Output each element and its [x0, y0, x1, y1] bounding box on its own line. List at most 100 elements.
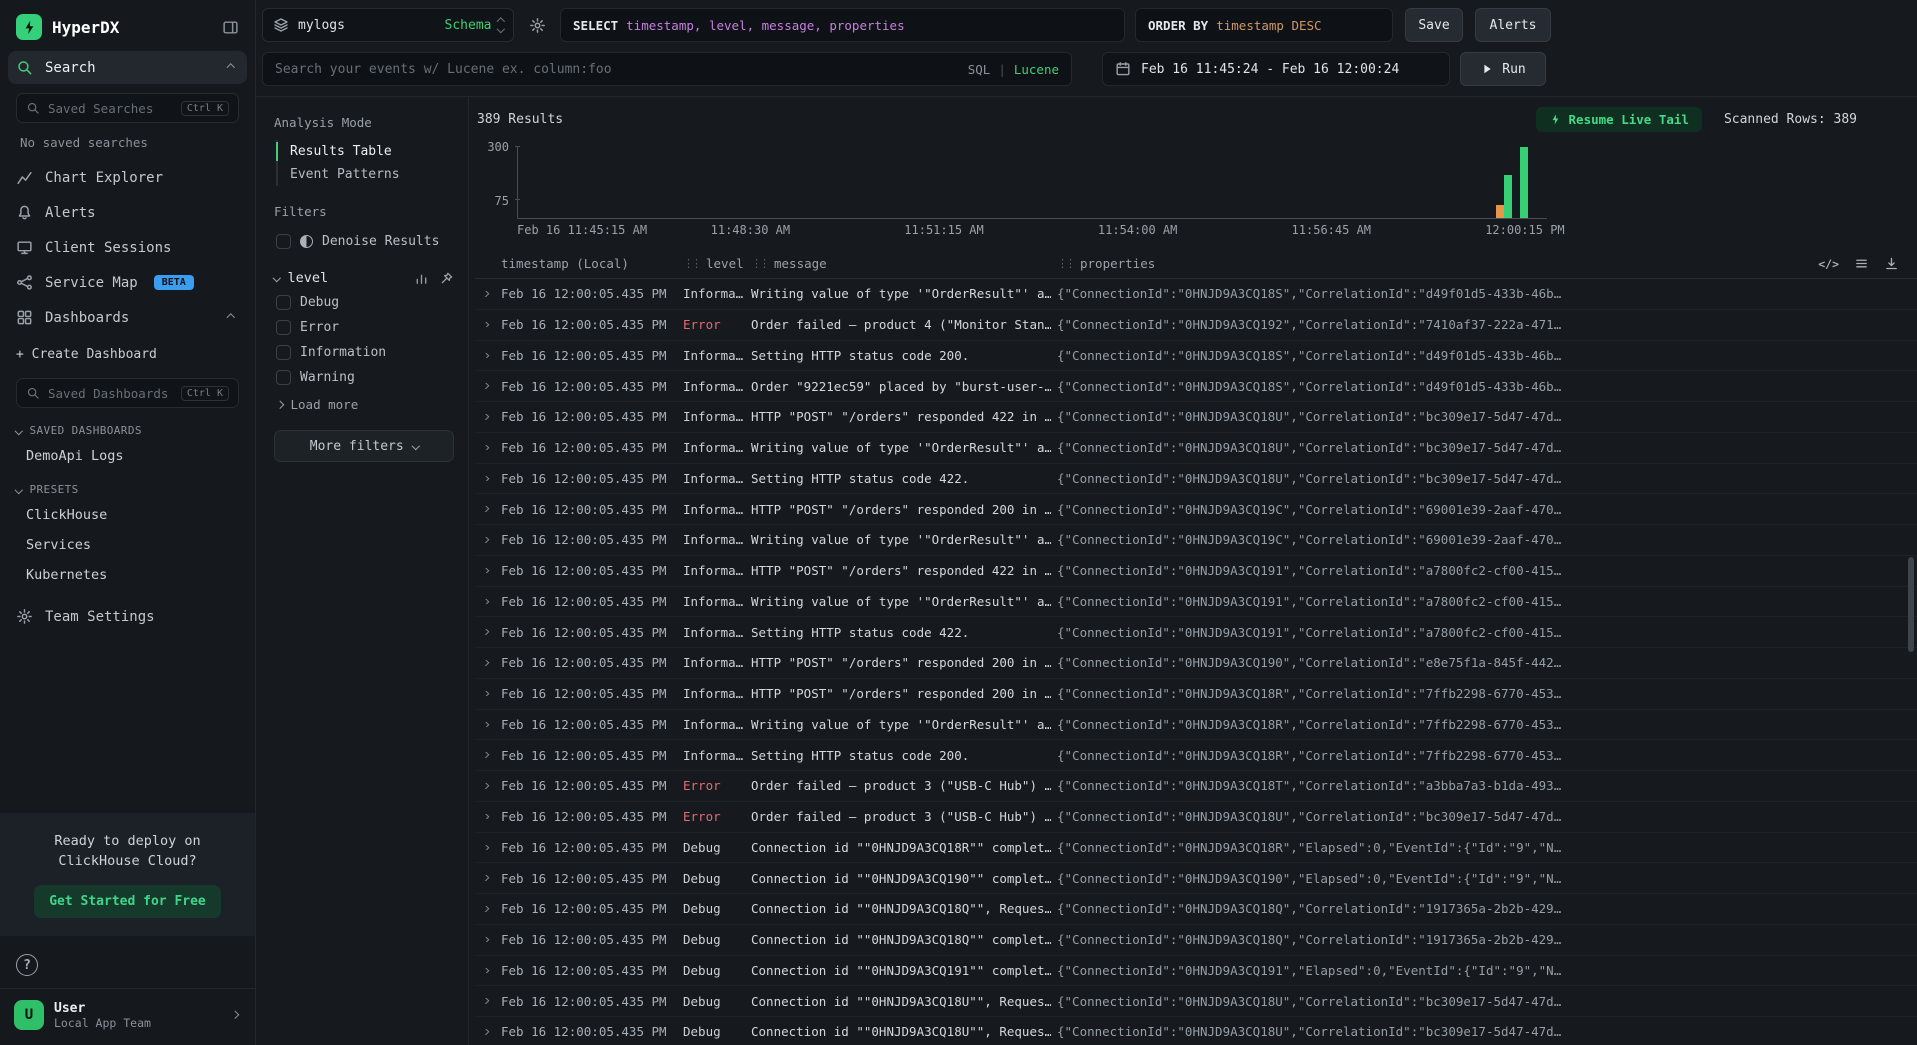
log-row[interactable]: Feb 16 12:00:05.435 PM Informa… Order "9… — [475, 371, 1917, 402]
source-selector[interactable]: mylogs Schema — [262, 8, 514, 42]
schema-dropdown[interactable]: Schema — [445, 18, 503, 33]
expand-row-icon[interactable] — [475, 414, 495, 420]
column-header-properties[interactable]: ⋮⋮properties — [1057, 256, 1917, 271]
expand-row-icon[interactable] — [475, 445, 495, 451]
expand-row-icon[interactable] — [475, 599, 495, 605]
expand-row-icon[interactable] — [475, 383, 495, 389]
expand-row-icon[interactable] — [475, 845, 495, 851]
expand-row-icon[interactable] — [475, 783, 495, 789]
expand-row-icon[interactable] — [475, 568, 495, 574]
saved-dashboard-item[interactable]: DemoApi Logs — [0, 441, 255, 471]
expand-row-icon[interactable] — [475, 968, 495, 974]
log-row[interactable]: Feb 16 12:00:05.435 PM Informa… Setting … — [475, 464, 1917, 495]
mode-event-patterns[interactable]: Event Patterns — [278, 163, 454, 186]
facet-pin-icon[interactable] — [439, 271, 454, 286]
level-filter-option[interactable]: Information — [274, 340, 454, 365]
drag-handle-icon[interactable]: ⋮⋮ — [683, 257, 699, 270]
histogram-bar[interactable] — [1504, 175, 1512, 218]
scrollbar-thumb[interactable] — [1908, 557, 1914, 652]
expand-row-icon[interactable] — [475, 752, 495, 758]
log-row[interactable]: Feb 16 12:00:05.435 PM Informa… HTTP "PO… — [475, 556, 1917, 587]
level-filter-option[interactable]: Error — [274, 315, 454, 340]
expand-row-icon[interactable] — [475, 537, 495, 543]
checkbox[interactable] — [276, 295, 291, 310]
drag-handle-icon[interactable]: ⋮⋮ — [1057, 257, 1073, 270]
sidebar-item-search[interactable]: Search — [8, 51, 247, 84]
log-row[interactable]: Feb 16 12:00:05.435 PM Informa… Setting … — [475, 617, 1917, 648]
log-row[interactable]: Feb 16 12:00:05.435 PM Informa… HTTP "PO… — [475, 648, 1917, 679]
event-search-box[interactable]: SQL | Lucene — [262, 52, 1072, 86]
section-presets[interactable]: PRESETS — [0, 471, 255, 500]
help-button[interactable]: ? — [16, 954, 38, 976]
histogram-bar[interactable] — [1520, 147, 1528, 218]
sidebar-item-team-settings[interactable]: Team Settings — [8, 600, 247, 633]
log-row[interactable]: Feb 16 12:00:05.435 PM Debug Connection … — [475, 1017, 1917, 1045]
drag-handle-icon[interactable]: ⋮⋮ — [751, 257, 767, 270]
facet-level[interactable]: level — [274, 270, 454, 286]
preset-item[interactable]: Kubernetes — [0, 560, 255, 590]
user-menu[interactable]: U User Local App Team — [0, 988, 255, 1045]
sidebar-item-dashboards[interactable]: Dashboards — [8, 301, 247, 334]
saved-dashboards-input[interactable] — [48, 386, 173, 401]
more-filters-button[interactable]: More filters — [274, 430, 454, 462]
log-row[interactable]: Feb 16 12:00:05.435 PM Informa… Writing … — [475, 279, 1917, 310]
lang-lucene[interactable]: Lucene — [1014, 62, 1059, 77]
expand-row-icon[interactable] — [475, 722, 495, 728]
expand-row-icon[interactable] — [475, 875, 495, 881]
select-query-input[interactable]: SELECT timestamp, level, message, proper… — [560, 8, 1125, 42]
log-row[interactable]: Feb 16 12:00:05.435 PM Debug Connection … — [475, 925, 1917, 956]
checkbox[interactable] — [276, 234, 291, 249]
vertical-scrollbar[interactable] — [1907, 297, 1915, 1041]
sidebar-item-service-map[interactable]: Service Map BETA — [8, 266, 247, 299]
results-histogram[interactable]: 30075 — [475, 147, 1917, 219]
sidebar-item-chart-explorer[interactable]: Chart Explorer — [8, 161, 247, 194]
resume-live-tail-button[interactable]: Resume Live Tail — [1536, 107, 1702, 132]
log-row[interactable]: Feb 16 12:00:05.435 PM Error Order faile… — [475, 771, 1917, 802]
log-row[interactable]: Feb 16 12:00:05.435 PM Informa… Setting … — [475, 341, 1917, 372]
log-row[interactable]: Feb 16 12:00:05.435 PM Informa… Writing … — [475, 433, 1917, 464]
level-filter-option[interactable]: Debug — [274, 290, 454, 315]
expand-row-icon[interactable] — [475, 906, 495, 912]
sidebar-item-alerts[interactable]: Alerts — [8, 196, 247, 229]
log-row[interactable]: Feb 16 12:00:05.435 PM Debug Connection … — [475, 894, 1917, 925]
log-row[interactable]: Feb 16 12:00:05.435 PM Informa… HTTP "PO… — [475, 494, 1917, 525]
log-row[interactable]: Feb 16 12:00:05.435 PM Debug Connection … — [475, 833, 1917, 864]
table-options-icon[interactable] — [1854, 256, 1869, 271]
checkbox[interactable] — [276, 345, 291, 360]
log-row[interactable]: Feb 16 12:00:05.435 PM Debug Connection … — [475, 956, 1917, 987]
denoise-results-checkbox[interactable]: Denoise Results — [274, 229, 454, 254]
preset-item[interactable]: ClickHouse — [0, 500, 255, 530]
column-header-level[interactable]: ⋮⋮level — [683, 256, 745, 271]
expand-row-icon[interactable] — [475, 660, 495, 666]
histogram-plot[interactable] — [517, 147, 1547, 219]
log-row[interactable]: Feb 16 12:00:05.435 PM Error Order faile… — [475, 310, 1917, 341]
histogram-bar[interactable] — [1496, 205, 1504, 218]
column-header-timestamp[interactable]: timestamp (Local) — [501, 256, 677, 271]
expand-row-icon[interactable] — [475, 691, 495, 697]
orderby-input[interactable]: ORDER BY timestamp DESC — [1135, 8, 1393, 42]
log-row[interactable]: Feb 16 12:00:05.435 PM Debug Connection … — [475, 986, 1917, 1017]
expand-row-icon[interactable] — [475, 476, 495, 482]
saved-dashboards-search[interactable]: Ctrl K — [16, 378, 239, 408]
checkbox[interactable] — [276, 370, 291, 385]
lang-sql[interactable]: SQL — [968, 62, 991, 77]
preset-item[interactable]: Services — [0, 530, 255, 560]
get-started-button[interactable]: Get Started for Free — [34, 885, 221, 918]
expand-row-icon[interactable] — [475, 814, 495, 820]
expand-row-icon[interactable] — [475, 322, 495, 328]
date-range-picker[interactable]: Feb 16 11:45:24 - Feb 16 12:00:24 — [1102, 52, 1450, 86]
expand-row-icon[interactable] — [475, 998, 495, 1004]
create-dashboard-link[interactable]: + Create Dashboard — [0, 335, 255, 370]
log-row[interactable]: Feb 16 12:00:05.435 PM Informa… HTTP "PO… — [475, 679, 1917, 710]
log-row[interactable]: Feb 16 12:00:05.435 PM Informa… HTTP "PO… — [475, 402, 1917, 433]
log-row[interactable]: Feb 16 12:00:05.435 PM Informa… Writing … — [475, 525, 1917, 556]
expand-row-icon[interactable] — [475, 937, 495, 943]
saved-searches-search[interactable]: Ctrl K — [16, 93, 239, 123]
save-button[interactable]: Save — [1405, 8, 1463, 42]
query-language-toggle[interactable]: SQL | Lucene — [968, 62, 1059, 77]
log-row[interactable]: Feb 16 12:00:05.435 PM Informa… Writing … — [475, 710, 1917, 741]
level-filter-option[interactable]: Warning — [274, 365, 454, 390]
facet-chart-icon[interactable] — [414, 271, 429, 286]
expand-row-icon[interactable] — [475, 1029, 495, 1035]
alerts-button[interactable]: Alerts — [1475, 8, 1551, 42]
